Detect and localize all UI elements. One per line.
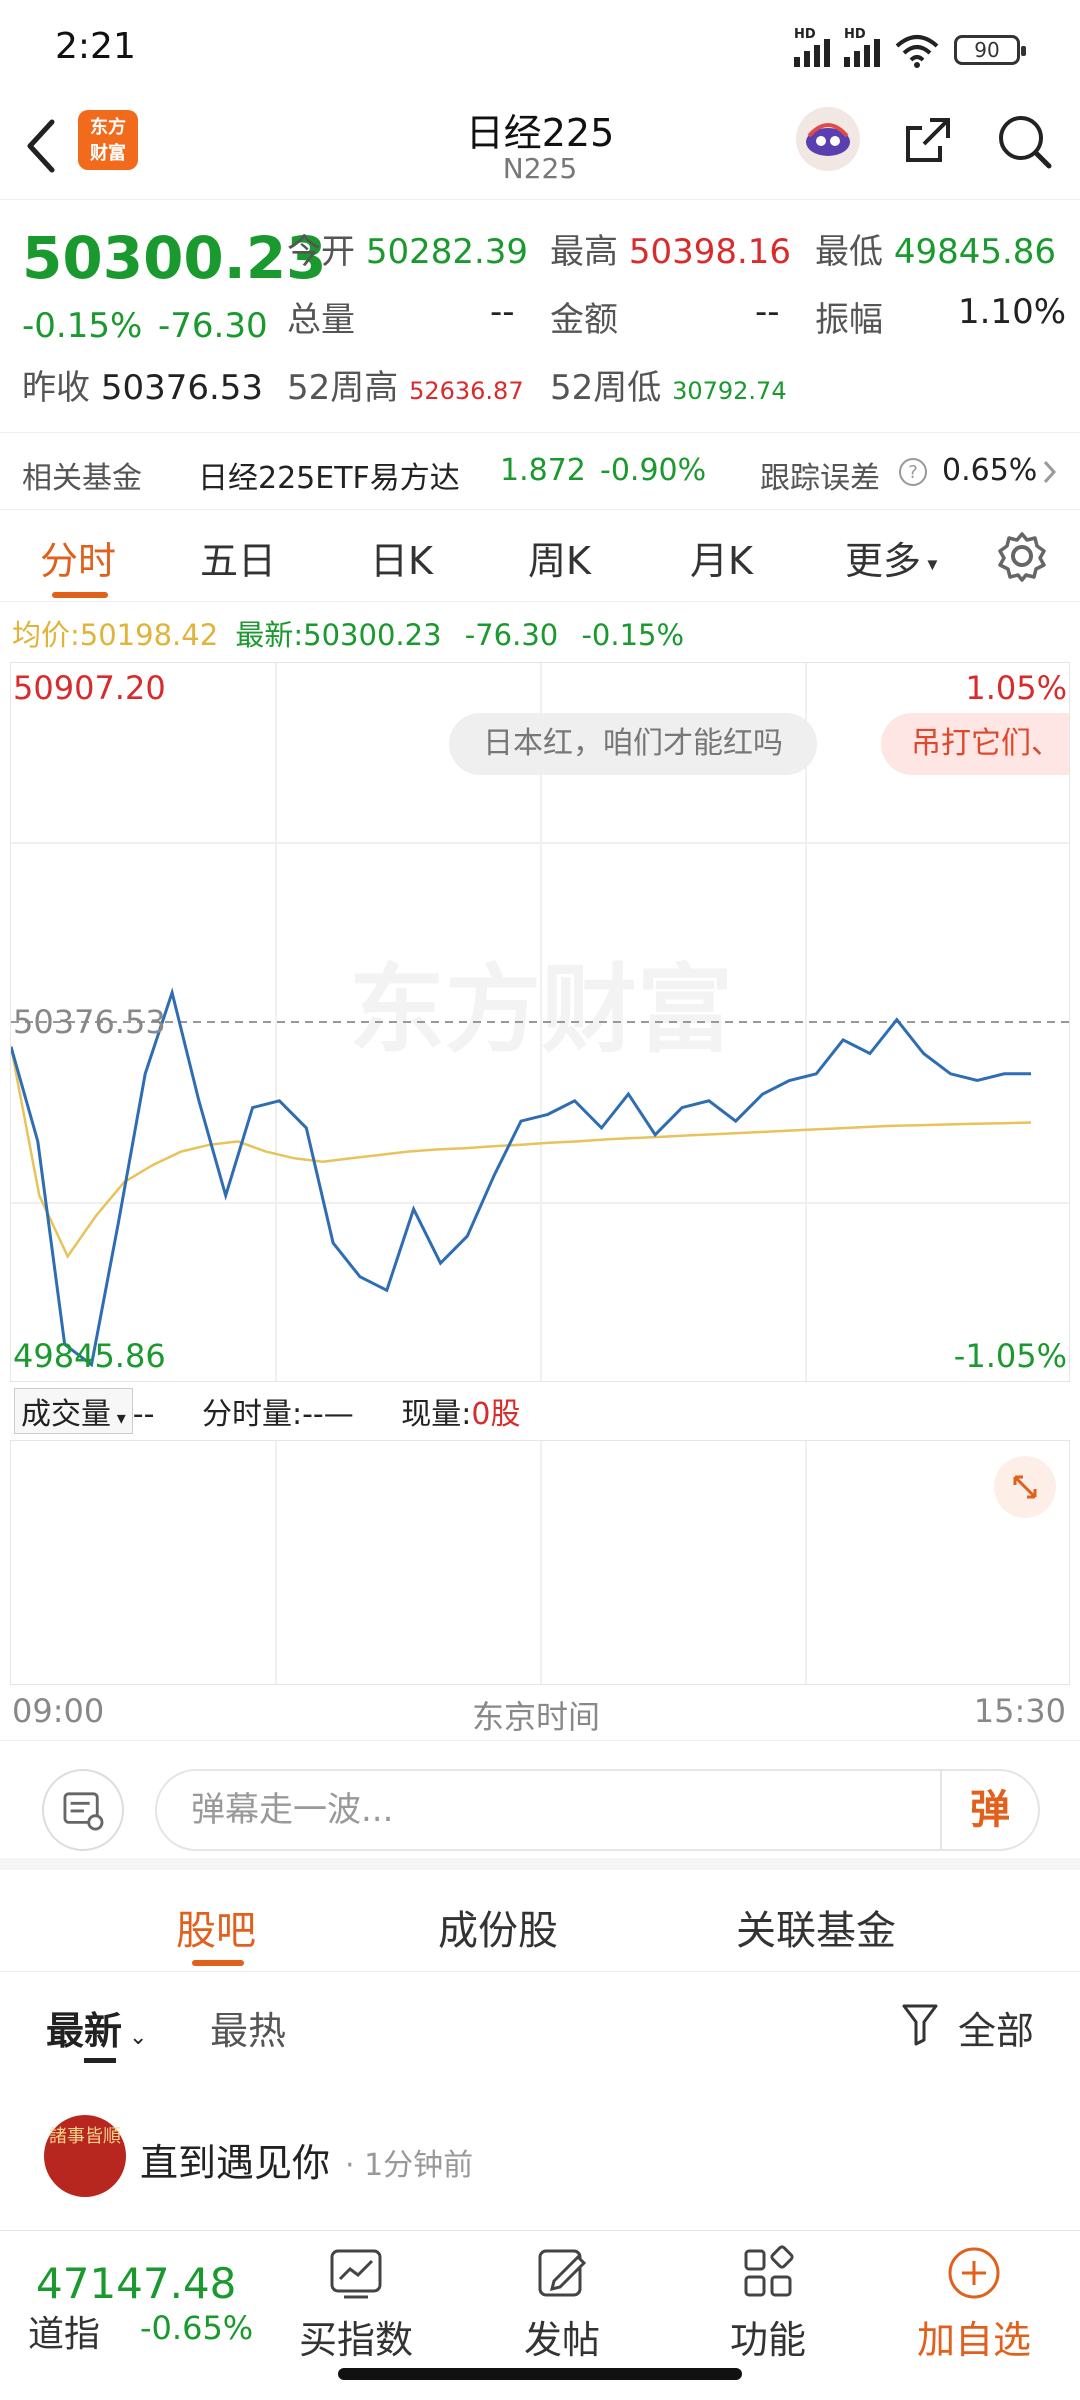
share-icon[interactable] (900, 112, 956, 168)
add-watchlist-button[interactable]: 加自选 (904, 2231, 1044, 2364)
danmaku-send-button[interactable]: 弹 (940, 1771, 1038, 1849)
low: 最低 49845.86 (815, 232, 1057, 272)
dow-price[interactable]: 47147.48 (36, 2259, 236, 2308)
expand-icon[interactable] (993, 1455, 1057, 1519)
chart-top-pct: 1.05% (965, 669, 1067, 707)
settings-gear-icon[interactable] (996, 530, 1048, 582)
amount: 金额 (550, 300, 618, 340)
amount-value: -- (755, 292, 780, 332)
average-price-bar: 均价:50198.42 最新:50300.23 -76.30 -0.15% (12, 618, 685, 652)
chart-trend-icon (330, 2249, 382, 2299)
amplitude: 振幅 (815, 300, 883, 340)
axis-start: 09:00 (12, 1692, 105, 1730)
sort-hot[interactable]: 最热 (210, 2000, 286, 2055)
sort-latest[interactable]: 最新 ⌄ (46, 2000, 147, 2055)
chart-top-price: 50907.20 (13, 669, 166, 707)
functions-button[interactable]: 功能 (698, 2231, 838, 2364)
comment-bar: 弹幕走一波... 弹 (0, 1740, 1080, 1870)
bottom-toolbar: 47147.48 道指 -0.65% 买指数 发帖 功能 加自选 (0, 2230, 1080, 2362)
signal-icon-2: HD (844, 27, 880, 67)
tab-monthly-k[interactable]: 月K (690, 530, 753, 585)
week52-low: 52周低 30792.74 (550, 368, 787, 408)
danmaku-bubble[interactable]: 吊打它们、 (881, 713, 1069, 775)
grid-icon (744, 2245, 794, 2297)
danmaku-input[interactable]: 弹幕走一波... 弹 (155, 1769, 1040, 1851)
home-indicator (338, 2368, 742, 2380)
related-fund-bar[interactable]: 相关基金 日经225ETF易方达 1.872 -0.90% 跟踪误差 ? 0.6… (0, 432, 1080, 510)
tab-daily-k[interactable]: 日K (370, 530, 433, 585)
buy-index-button[interactable]: 买指数 (286, 2231, 426, 2364)
help-icon[interactable]: ? (898, 457, 928, 487)
intraday-chart[interactable]: 东方财富 50907.20 1.05% 50376.53 49845.86 -1… (10, 662, 1070, 1382)
fund-name: 日经225ETF易方达 (198, 461, 460, 496)
tab-constituents[interactable]: 成份股 (438, 1898, 558, 1956)
post-button[interactable]: 发帖 (492, 2231, 632, 2364)
tracking-value: 0.65% (942, 453, 1038, 488)
last-price: 50300.23 (22, 224, 327, 292)
week52-high: 52周高 52636.87 (287, 368, 524, 408)
tab-weekly-k[interactable]: 周K (528, 530, 591, 585)
active-subtab-indicator (192, 1960, 244, 1966)
change-pct: -0.15% (22, 306, 143, 346)
average-price-line (11, 1046, 1032, 1259)
danmaku-settings-icon[interactable] (42, 1769, 124, 1851)
axis-end: 15:30 (973, 1692, 1066, 1730)
dow-name: 道指 (28, 2314, 101, 2355)
chart-bottom-price: 49845.86 (13, 1337, 166, 1375)
sort-indicator (84, 2058, 116, 2063)
chart-bottom-pct: -1.05% (953, 1337, 1067, 1375)
clock: 2:21 (55, 26, 136, 67)
chart-ref-price: 50376.53 (13, 1003, 166, 1041)
volume-selector[interactable]: 成交量 ▾ (14, 1388, 133, 1434)
axis-timezone: 东京时间 (472, 1698, 601, 1736)
danmaku-bubble[interactable]: 日本红，咱们才能红吗 (449, 713, 817, 775)
volume-header: 成交量 ▾ -- 分时量:--— 现量:0股 (14, 1388, 520, 1434)
dow-change: -0.65% (140, 2309, 254, 2347)
quote-panel: 50300.23 -0.15% -76.30 昨收 50376.53 今开 50… (0, 210, 1080, 430)
status-bar: 2:21 HD HD 90 (0, 0, 1080, 100)
signal-icon: HD (794, 27, 830, 67)
chevron-right-icon (1043, 460, 1057, 484)
app-header: 东方 财富 日经225 N225 (0, 100, 1080, 200)
volume-chart (10, 1440, 1070, 1685)
volume-value: -- (490, 292, 515, 332)
avatar[interactable]: 諸事皆順 (44, 2115, 126, 2197)
edit-icon (538, 2249, 587, 2297)
tab-related-funds[interactable]: 关联基金 (736, 1898, 896, 1956)
volume-grid (275, 1441, 807, 1684)
search-icon[interactable] (995, 112, 1055, 172)
filter-all[interactable]: 全部 (958, 2000, 1034, 2055)
filter-icon[interactable] (900, 2002, 940, 2046)
community-tabs: 股吧 成份股 关联基金 (0, 1880, 1080, 1972)
high: 最高 50398.16 (550, 232, 792, 272)
battery-icon: 90 (954, 35, 1026, 65)
prev-close: 昨收 50376.53 (22, 368, 264, 408)
period-tabs: 分时 五日 日K 周K 月K 更多 ▾ (0, 512, 1080, 602)
post-time: · 1分钟前 (345, 2148, 474, 2183)
post-username[interactable]: 直到遇见你 (140, 2132, 330, 2187)
tab-more[interactable]: 更多 ▾ (845, 530, 937, 585)
status-icons: HD HD 90 (794, 27, 1026, 70)
tracking-label: 跟踪误差 (760, 461, 880, 496)
open: 今开 50282.39 (287, 232, 529, 272)
tab-intraday[interactable]: 分时 (40, 530, 116, 585)
tab-forum[interactable]: 股吧 (176, 1898, 256, 1956)
assistant-avatar-icon[interactable] (795, 106, 861, 172)
related-fund-label: 相关基金 (22, 461, 142, 496)
plus-circle-icon (948, 2247, 1000, 2299)
change-value: -76.30 (158, 306, 268, 346)
svg-text:?: ? (908, 462, 918, 483)
amplitude-value: 1.10% (958, 292, 1067, 332)
volume: 总量 (287, 300, 355, 340)
chart-watermark: 东方财富 (349, 954, 733, 1066)
fund-price: 1.872 (500, 453, 586, 488)
tab-five-day[interactable]: 五日 (200, 530, 276, 585)
active-tab-indicator (52, 592, 108, 598)
fund-change: -0.90% (600, 453, 707, 488)
wifi-icon (895, 35, 939, 68)
